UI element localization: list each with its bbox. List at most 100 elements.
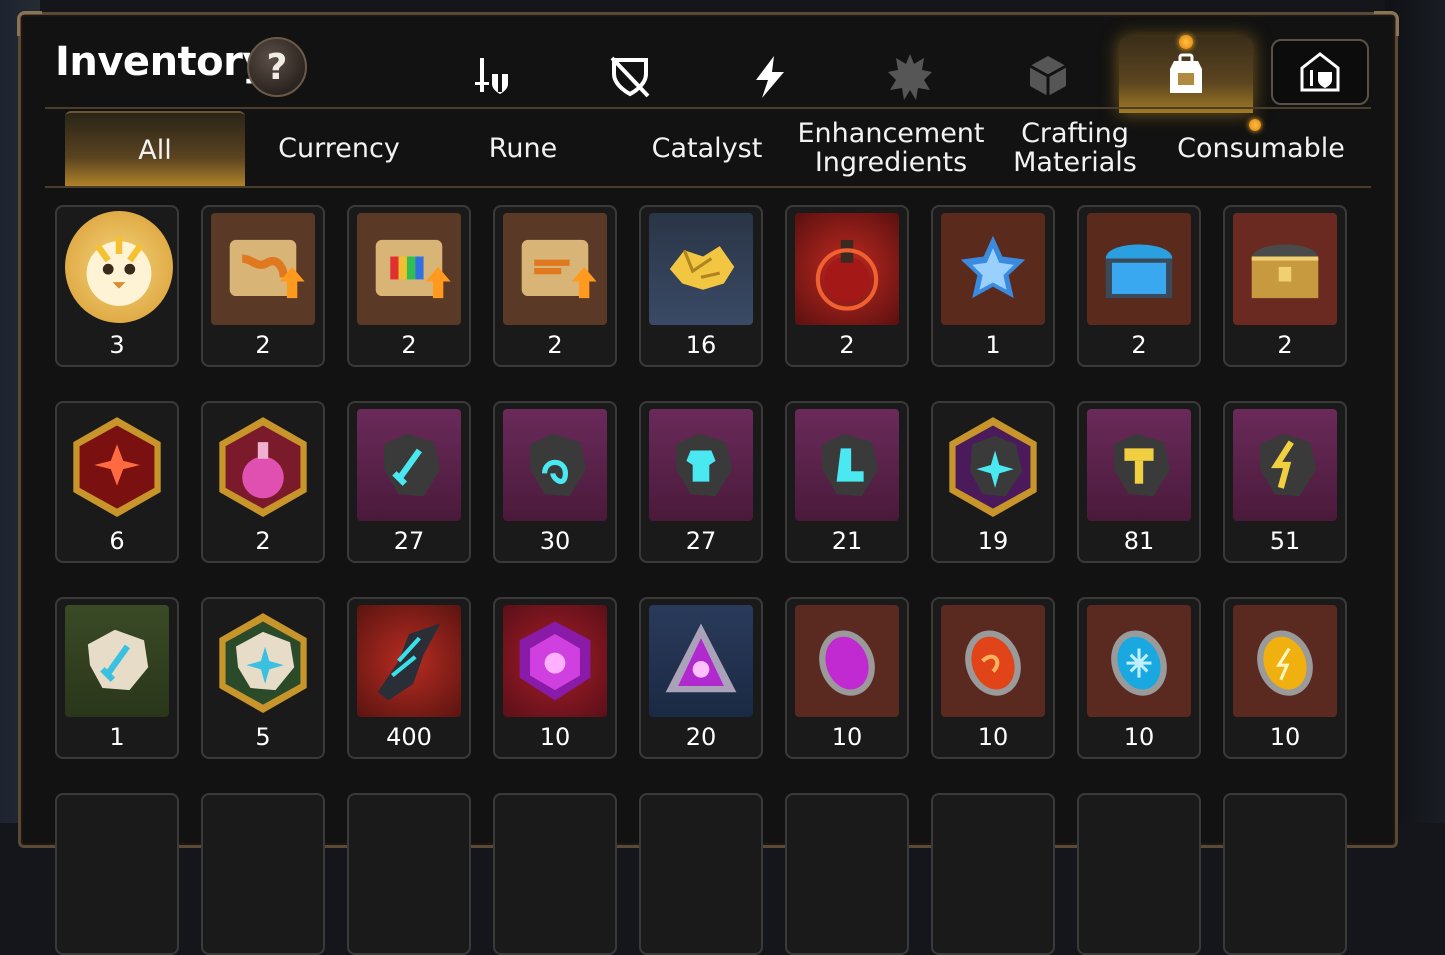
blue-chest-icon: [1087, 213, 1191, 325]
tabs-divider: [45, 186, 1371, 188]
item-slot[interactable]: 20: [639, 597, 763, 759]
stone-bolt-icon: [1233, 409, 1337, 521]
header-divider: [45, 107, 1371, 109]
stone-armor-icon: [649, 409, 753, 521]
item-slot[interactable]: 2: [201, 401, 325, 563]
item-slot[interactable]: 27: [347, 401, 471, 563]
red-potion-icon: [795, 213, 899, 325]
gold-chunks-icon: [649, 213, 753, 325]
item-count: 2: [1131, 331, 1147, 359]
item-slot[interactable]: 2: [1077, 205, 1201, 367]
category-spiky-button[interactable]: [879, 45, 941, 107]
page-title: Inventory: [55, 39, 268, 85]
item-slot[interactable]: 5: [201, 597, 325, 759]
ice-orb-icon: [1087, 605, 1191, 717]
item-count: 16: [685, 331, 717, 359]
item-slot-partial[interactable]: [347, 793, 471, 955]
item-count: 2: [839, 331, 855, 359]
item-slot-partial[interactable]: [493, 793, 617, 955]
dark-crystal-icon: [357, 605, 461, 717]
item-slot[interactable]: 2: [201, 205, 325, 367]
item-slot[interactable]: 400: [347, 597, 471, 759]
frame-corner: [1374, 11, 1399, 36]
item-slot[interactable]: 6: [55, 401, 179, 563]
pale-star-icon: [211, 605, 315, 717]
item-slot[interactable]: 1: [931, 205, 1055, 367]
item-slot[interactable]: 10: [493, 597, 617, 759]
item-count: 27: [685, 527, 717, 555]
item-count: 51: [1269, 527, 1301, 555]
category-dice-button[interactable]: [1017, 45, 1079, 107]
tab-crafting-materials[interactable]: Crafting Materials: [985, 111, 1165, 185]
item-count: 81: [1123, 527, 1155, 555]
stone-boot-icon: [795, 409, 899, 521]
stone-hammer-icon: [1087, 409, 1191, 521]
storage-icon: [1300, 52, 1340, 92]
item-slot[interactable]: 3: [55, 205, 179, 367]
bag-icon: [1170, 53, 1202, 93]
tab-all[interactable]: All: [65, 111, 245, 187]
spiky-icon: [888, 54, 932, 100]
item-count: 1: [109, 723, 125, 751]
item-slot[interactable]: 16: [639, 205, 763, 367]
item-slot[interactable]: 19: [931, 401, 1055, 563]
item-count: 21: [831, 527, 863, 555]
tab-catalyst[interactable]: Catalyst: [617, 111, 797, 185]
category-storage-button[interactable]: [1271, 39, 1369, 105]
pink-potion-icon: [211, 409, 315, 521]
item-slot-partial[interactable]: [1077, 793, 1201, 955]
item-slot[interactable]: 2: [1223, 205, 1347, 367]
item-slot[interactable]: 81: [1077, 401, 1201, 563]
purple-orb-icon: [795, 605, 899, 717]
purple-tri-icon: [649, 605, 753, 717]
item-slot[interactable]: 10: [931, 597, 1055, 759]
item-count: 2: [255, 331, 271, 359]
item-slot[interactable]: 30: [493, 401, 617, 563]
chick-icon: [65, 211, 173, 323]
item-slot-partial[interactable]: [201, 793, 325, 955]
gold-orb-icon: [1233, 605, 1337, 717]
item-slot[interactable]: 10: [1223, 597, 1347, 759]
inventory-panel: Inventory ? All Currency Rune Catalyst E…: [17, 11, 1399, 955]
purple-hex-icon: [503, 605, 607, 717]
item-count: 10: [539, 723, 571, 751]
star-potion-icon: [941, 213, 1045, 325]
item-count: 2: [547, 331, 563, 359]
item-slot[interactable]: 1: [55, 597, 179, 759]
item-count: 3: [109, 331, 125, 359]
item-count: 1: [985, 331, 1001, 359]
lightning-icon: [756, 56, 784, 98]
equipment-icon: [475, 58, 508, 94]
item-count: 2: [255, 527, 271, 555]
category-equipment-button[interactable]: [461, 45, 523, 107]
item-slot[interactable]: 51: [1223, 401, 1347, 563]
category-lightning-button[interactable]: [739, 45, 801, 107]
item-slot-partial[interactable]: [785, 793, 909, 955]
item-slot-partial[interactable]: [1223, 793, 1347, 955]
tab-consumable[interactable]: Consumable: [1169, 111, 1353, 185]
tab-enhancement-ingredients[interactable]: Enhancement Ingredients: [798, 111, 985, 185]
dice-icon: [1029, 56, 1067, 96]
item-slot[interactable]: 10: [1077, 597, 1201, 759]
item-slot[interactable]: 21: [785, 401, 909, 563]
scroll-rainbow-icon: [357, 213, 461, 325]
tab-currency[interactable]: Currency: [249, 111, 429, 185]
item-slot[interactable]: 10: [785, 597, 909, 759]
item-slot-partial[interactable]: [931, 793, 1055, 955]
help-button[interactable]: ?: [247, 37, 307, 97]
item-slot[interactable]: 2: [785, 205, 909, 367]
item-count: 30: [539, 527, 571, 555]
item-count: 10: [1269, 723, 1301, 751]
item-slot[interactable]: 27: [639, 401, 763, 563]
item-slot[interactable]: 2: [493, 205, 617, 367]
item-slot[interactable]: 2: [347, 205, 471, 367]
item-count: 10: [831, 723, 863, 751]
tab-rune[interactable]: Rune: [433, 111, 613, 185]
item-count: 10: [1123, 723, 1155, 751]
category-artifact-button[interactable]: [599, 45, 661, 107]
item-count: 10: [977, 723, 1009, 751]
frame-corner: [17, 11, 42, 36]
item-slot-partial[interactable]: [639, 793, 763, 955]
item-slot-partial[interactable]: [55, 793, 179, 955]
scroll-dragon-icon: [211, 213, 315, 325]
